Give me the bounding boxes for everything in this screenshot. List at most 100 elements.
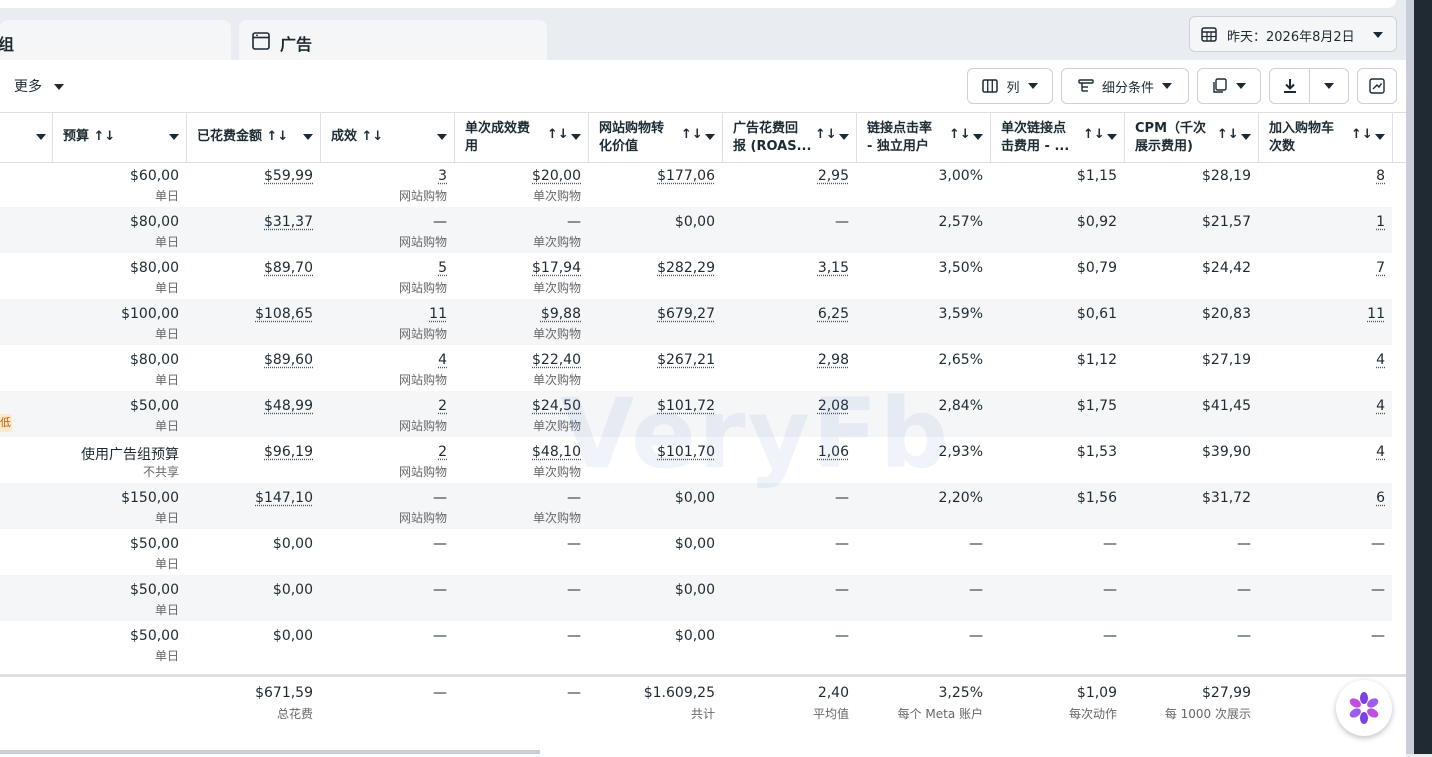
table-row[interactable]: $80,00 单日 $31,37 — 网站购物 — 单次购物 $0,00 — 2,57% $0,92… — [0, 207, 1392, 253]
sort-icon[interactable]: ↑↓ — [1351, 127, 1373, 142]
results-cell-value: — — [433, 536, 447, 552]
tab-ads[interactable]: 广告 — [239, 20, 547, 64]
purchase-value-cell-value[interactable]: $101,72 — [657, 398, 715, 414]
add-to-cart-cell-value[interactable]: 4 — [1376, 444, 1385, 460]
column-header-cost-per-link-click[interactable]: 单次链接点 击费用 - ... ↑↓ — [991, 113, 1125, 162]
table-row[interactable]: $80,00 单日 $89,70 5 网站购物 $17,94 单次购物 $282,29 3,15… — [0, 253, 1392, 299]
cost-per-result-cell-value[interactable]: $48,10 — [532, 444, 581, 460]
sort-icon[interactable]: ↑↓ — [681, 127, 703, 142]
table-row[interactable]: $50,00 单日 $0,00 — — $0,00 — — — — — — [0, 529, 1392, 575]
column-header-add-to-cart[interactable]: 加入购物车 次数 ↑↓ — [1259, 113, 1393, 162]
cost-per-result-cell-value[interactable]: $22,40 — [532, 352, 581, 368]
results-cell-value: — — [433, 490, 447, 506]
reports-button[interactable] — [1197, 68, 1261, 104]
add-to-cart-cell-value[interactable]: 4 — [1376, 352, 1385, 368]
table-row[interactable]: $150,00 单日 $147,10 — 网站购物 — 单次购物 $0,00 — 2,20% $1,… — [0, 483, 1392, 529]
cpm-cell: — — [1125, 621, 1259, 667]
table-row[interactable]: $80,00 单日 $89,60 4 网站购物 $22,40 单次购物 $267,21 2,98… — [0, 345, 1392, 391]
purchase-value-cell-value[interactable]: $267,21 — [657, 352, 715, 368]
cost-per-result-cell-caption: 单次购物 — [533, 233, 581, 250]
columns-button[interactable]: 列 — [967, 68, 1053, 104]
table-row[interactable]: $50,00 单日 $0,00 — — $0,00 — — — — — — [0, 575, 1392, 621]
results-cell-value[interactable]: 4 — [438, 352, 447, 368]
chevron-down-icon — [705, 134, 715, 140]
purchase-value-cell-value[interactable]: $177,06 — [657, 168, 715, 184]
date-range-picker[interactable]: 昨天：2026年8月2日 — [1189, 16, 1397, 52]
add-to-cart-cell-value[interactable]: 1 — [1376, 214, 1385, 230]
export-button[interactable] — [1270, 69, 1310, 103]
purchase-value-cell: $177,06 — [589, 161, 723, 207]
table-row[interactable]: $50,00 单日 $48,99 2 网站购物 $24,50 单次购物 $101,72 2,08… — [0, 391, 1392, 437]
breakdown-button[interactable]: 细分条件 — [1061, 68, 1189, 104]
export-options-button[interactable] — [1310, 69, 1348, 103]
results-cell-value[interactable]: 11 — [429, 306, 447, 322]
more-button[interactable]: 更多 — [14, 76, 64, 96]
table-row[interactable]: $60,00 单日 $59,99 3 网站购物 $20,00 单次购物 $177,06 2,95… — [0, 161, 1392, 207]
purchase-value-cell-value[interactable]: $282,29 — [657, 260, 715, 276]
add-to-cart-cell-value[interactable]: 4 — [1376, 398, 1385, 414]
spent-cell-value[interactable]: $96,19 — [264, 444, 313, 460]
cpc-cell: $0,79 — [991, 253, 1125, 299]
results-cell-caption: 网站购物 — [399, 509, 447, 526]
results-cell-value[interactable]: 5 — [438, 260, 447, 276]
roas-cell: 1,06 — [723, 437, 857, 483]
spent-cell-value[interactable]: $89,60 — [264, 352, 313, 368]
column-header-name[interactable] — [0, 113, 53, 162]
assistant-button[interactable] — [1336, 680, 1392, 736]
cost-per-result-cell-value[interactable]: $9,88 — [541, 306, 581, 322]
spent-cell-value[interactable]: $108,65 — [255, 306, 313, 322]
add-to-cart-cell-value[interactable]: 6 — [1376, 490, 1385, 506]
column-header-purchase-value[interactable]: 网站购物转 化价值 ↑↓ — [589, 113, 723, 162]
purchase-value-cell-value: $0,00 — [675, 582, 715, 598]
sort-icon[interactable]: ↑↓ — [815, 127, 837, 142]
sort-icon[interactable]: ↑↓ — [949, 127, 971, 142]
roas-cell-value[interactable]: 1,06 — [818, 444, 849, 460]
purchase-value-cell-value[interactable]: $101,70 — [657, 444, 715, 460]
column-header-results[interactable]: 成效 ↑↓ — [321, 113, 455, 162]
roas-cell-value[interactable]: 2,08 — [818, 398, 849, 414]
spent-cell-value[interactable]: $89,70 — [264, 260, 313, 276]
cost-per-result-cell-value[interactable]: $24,50 — [532, 398, 581, 414]
roas-cell-value[interactable]: 6,25 — [818, 306, 849, 322]
horizontal-scrollbar[interactable] — [0, 750, 540, 754]
tab-adset[interactable]: 组 — [0, 20, 231, 64]
spent-cell-value[interactable]: $48,99 — [264, 398, 313, 414]
table-row[interactable]: $100,00 单日 $108,65 11 网站购物 $9,88 单次购物 $679,27 6,… — [0, 299, 1392, 345]
column-header-cost-per-result[interactable]: 单次成效费用 ↑↓ — [455, 113, 589, 162]
roas-cell-value[interactable]: 2,95 — [818, 168, 849, 184]
spent-cell-value[interactable]: $31,37 — [264, 214, 313, 230]
vertical-scrollbar[interactable] — [1406, 0, 1414, 754]
add-to-cart-cell-value[interactable]: 7 — [1376, 260, 1385, 276]
spent-cell-value[interactable]: $147,10 — [255, 490, 313, 506]
cpm-cell: $41,45 — [1125, 391, 1259, 437]
table-row[interactable]: $50,00 单日 $0,00 — — $0,00 — — — — — — [0, 621, 1392, 667]
cost-per-result-cell-value[interactable]: $17,94 — [532, 260, 581, 276]
column-header-roas[interactable]: 广告花费回报 (ROAS... ↑↓ — [723, 113, 857, 162]
sort-icon[interactable]: ↑↓ — [547, 127, 569, 142]
charts-button[interactable] — [1357, 68, 1397, 104]
column-header-cpm[interactable]: CPM（千次 展示费用) ↑↓ — [1125, 113, 1259, 162]
results-cell-value[interactable]: 3 — [438, 168, 447, 184]
add-to-cart-cell-value[interactable]: 11 — [1367, 306, 1385, 322]
roas-cell-value[interactable]: 3,15 — [818, 260, 849, 276]
cost-per-result-cell-value[interactable]: $20,00 — [532, 168, 581, 184]
table-row[interactable]: 使用广告组预算 不共享 $96,19 2 网站购物 $48,10 单次购物 $101,70 1,… — [0, 437, 1392, 483]
ctr-cell-value: 3,50% — [939, 260, 983, 276]
column-header-amount-spent[interactable]: 已花费金额 ↑↓ — [187, 113, 321, 162]
results-cell-value[interactable]: 2 — [438, 444, 447, 460]
ctr-cell-value: 2,57% — [939, 214, 983, 230]
roas-cell-value[interactable]: 2,98 — [818, 352, 849, 368]
column-header-budget[interactable]: 预算 ↑↓ — [53, 113, 187, 162]
sort-icon[interactable]: ↑↓ — [1083, 127, 1105, 142]
cpm-cell: — — [1125, 575, 1259, 621]
results-cell-caption: 网站购物 — [399, 325, 447, 342]
spent-cell-value[interactable]: $59,99 — [264, 168, 313, 184]
results-cell: 5 网站购物 — [321, 253, 455, 299]
purchase-value-cell-value[interactable]: $679,27 — [657, 306, 715, 322]
cost-per-result-cell: — 单次购物 — [455, 207, 589, 253]
sort-icon[interactable]: ↑↓ — [1217, 127, 1239, 142]
results-cell-value[interactable]: 2 — [438, 398, 447, 414]
column-header-unique-ctr[interactable]: 链接点击率 - 独立用户 ↑↓ — [857, 113, 991, 162]
budget-cell-value: $60,00 — [130, 168, 179, 184]
add-to-cart-cell-value[interactable]: 8 — [1376, 168, 1385, 184]
